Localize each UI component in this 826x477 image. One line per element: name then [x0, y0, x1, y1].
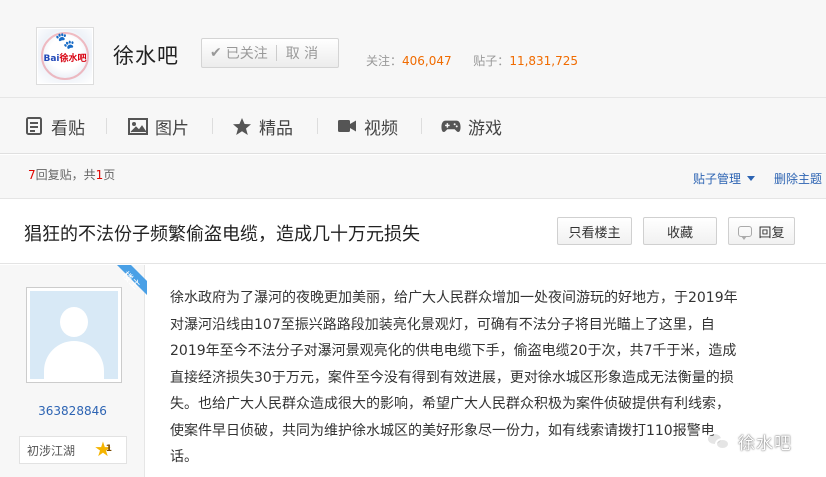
- nav-divider: [106, 118, 107, 134]
- wechat-icon: [706, 430, 732, 452]
- post-line: 直接经济损失30于万元，案件至今没有得到有效进展，更对徐水城区形象造成无法衡量的…: [170, 369, 734, 386]
- document-icon: [24, 116, 44, 136]
- nav-divider: [421, 118, 422, 134]
- post-content: 徐水政府为了瀑河的夜晚更加美丽，给广大人民群众增加一处夜间游玩的好地方，于201…: [170, 285, 792, 471]
- followed-status: ✔ 已关注: [202, 43, 276, 63]
- nav-label: 游戏: [468, 118, 502, 139]
- nav-item-videos[interactable]: 视频: [337, 115, 398, 139]
- unfollow-button[interactable]: 取 消: [277, 43, 318, 63]
- forum-logo[interactable]: 🐾 Bai徐水吧: [36, 27, 94, 85]
- author-username[interactable]: 363828846: [0, 404, 145, 418]
- followed-label: 已关注: [225, 46, 268, 62]
- nav-item-images[interactable]: 图片: [128, 115, 189, 139]
- user-level-badge[interactable]: 初涉江湖 ★ 1: [19, 436, 127, 464]
- post-line: 失。也给广大人民群众造成很大的影响，希望广大人民群众积极为案件侦破提供有利线索，: [170, 396, 730, 412]
- reply-button[interactable]: 回复: [728, 217, 795, 245]
- post-line: 话。: [170, 449, 198, 465]
- followers-count: 406,047: [402, 54, 452, 68]
- gamepad-icon: [441, 116, 461, 136]
- post-line: 徐水政府为了瀑河的夜晚更加美丽，给广大人民群众增加一处夜间游玩的好地方，于201…: [170, 290, 738, 306]
- logo-text: Bai徐水吧: [43, 54, 87, 64]
- favorite-button[interactable]: 收藏: [643, 217, 717, 245]
- nav-item-games[interactable]: 游戏: [441, 115, 502, 139]
- delete-topic-link[interactable]: 删除主题: [774, 170, 822, 187]
- forum-header: 🐾 Bai徐水吧 徐水吧 ✔ 已关注 取 消 关注：406,047 贴子：11,…: [0, 0, 826, 98]
- owner-ribbon: 楼主: [103, 265, 147, 309]
- level-number: 1: [105, 444, 112, 454]
- nav-item-featured[interactable]: 精品: [232, 115, 293, 139]
- nav-item-posts[interactable]: 看贴: [24, 115, 85, 139]
- image-icon: [128, 116, 148, 136]
- nav-divider: [212, 118, 213, 134]
- thread-info-bar: 7回复贴，共1页 贴子管理 删除主题: [0, 155, 826, 199]
- follow-control: ✔ 已关注 取 消: [201, 38, 339, 68]
- nav-label: 精品: [259, 118, 293, 139]
- check-icon: ✔: [210, 45, 222, 61]
- post-manage-label: 贴子管理: [693, 172, 742, 186]
- watermark-text: 徐水吧: [738, 433, 792, 454]
- level-name: 初涉江湖: [27, 443, 76, 458]
- nav-label: 看贴: [51, 118, 85, 139]
- paw-icon: 🐾: [55, 31, 75, 50]
- caret-down-icon: [747, 176, 756, 181]
- logo-image: 🐾 Bai徐水吧: [38, 29, 92, 83]
- post-manage-dropdown[interactable]: 贴子管理: [693, 170, 756, 187]
- posts-label: 贴子：: [473, 54, 510, 68]
- nav-label: 图片: [155, 118, 189, 139]
- thread-title-bar: 猖狂的不法份子频繁偷盗电缆，造成几十万元损失 只看楼主 收藏 回复: [0, 200, 826, 264]
- video-camera-icon: [337, 116, 357, 136]
- post-line: 2019年至今不法分子对瀑河景观亮化的供电电缆下手，偷盗电缆20于次，共7千于米…: [170, 343, 737, 359]
- star-icon: [232, 116, 252, 136]
- reply-count: 7回复贴，共1页: [28, 168, 116, 182]
- owner-only-button[interactable]: 只看楼主: [557, 217, 632, 245]
- comment-bubble-icon: [738, 225, 753, 240]
- wechat-watermark: 徐水吧: [706, 427, 792, 455]
- forum-stats: 关注：406,047 贴子：11,831,725: [366, 52, 578, 69]
- forum-nav: 看贴 图片 精品 视频 游戏: [0, 98, 826, 154]
- posts-count: 11,831,725: [509, 54, 579, 68]
- forum-name[interactable]: 徐水吧: [113, 40, 179, 70]
- nav-label: 视频: [364, 118, 398, 139]
- thread-title: 猖狂的不法份子频繁偷盗电缆，造成几十万元损失: [24, 224, 420, 245]
- nav-divider: [317, 118, 318, 134]
- post-line: 使案件早日侦破，共同为维护徐水城区的美好形象尽一份力，如有线索请拨打110报警电: [170, 422, 715, 439]
- post-line: 对瀑河沿线由107至振兴路路段加装亮化景观灯，可确有不法分子将目光瞄上了这里，自: [170, 316, 715, 333]
- followers-label: 关注：: [366, 54, 403, 68]
